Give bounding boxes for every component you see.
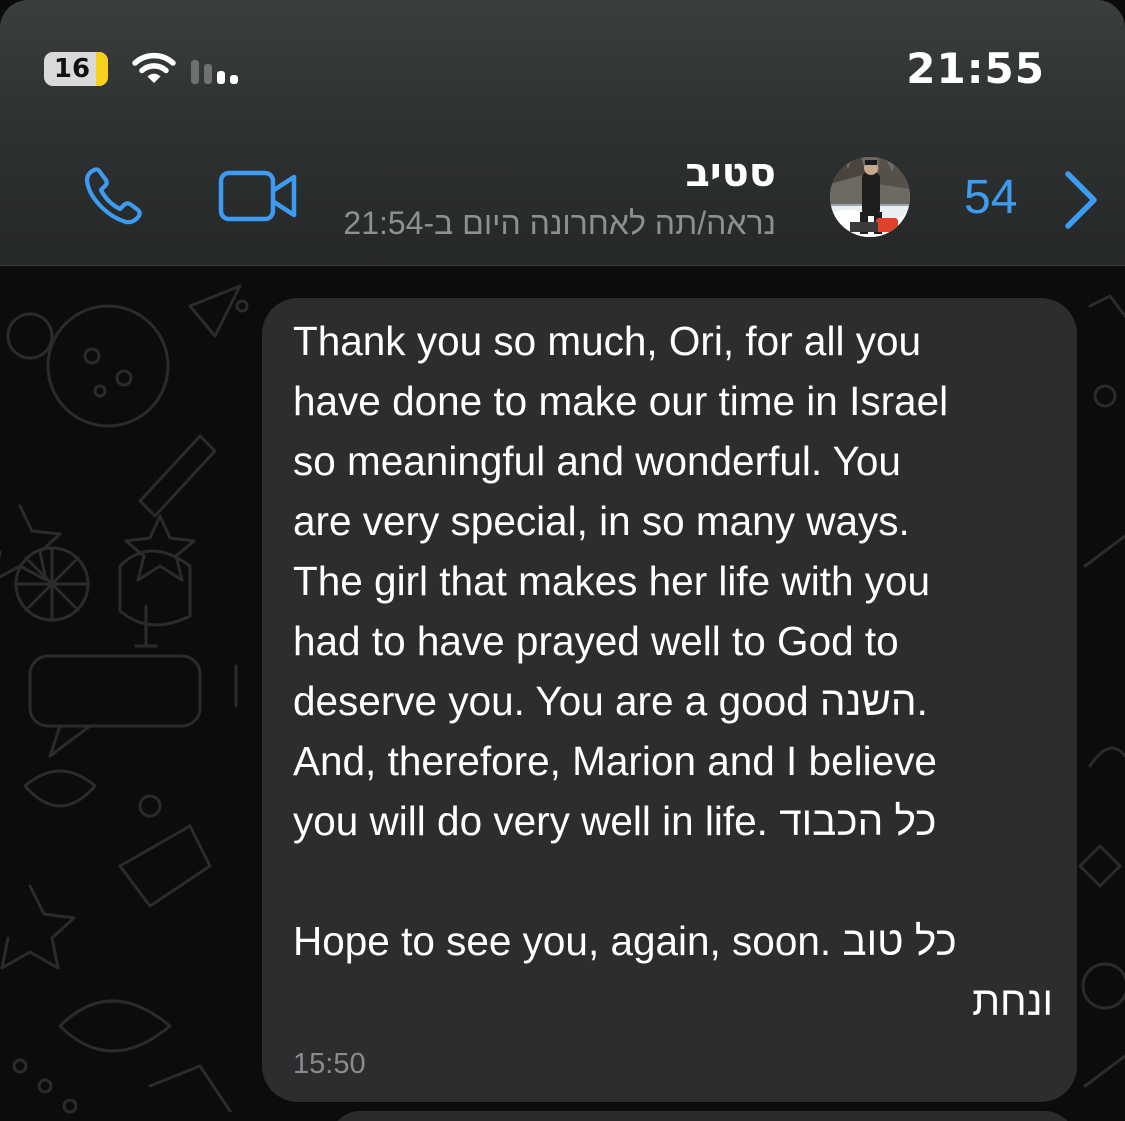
cellular-signal-icon	[191, 60, 238, 84]
message-bubble[interactable]: Thank you so much, Ori, for all you have…	[262, 298, 1077, 1102]
avatar[interactable]	[830, 144, 910, 250]
status-time: 21:55	[906, 44, 1045, 93]
video-camera-icon[interactable]	[218, 170, 300, 224]
wifi-icon	[132, 52, 176, 83]
chat-header: 16 21:55 סטיב נראה/תה לאחרונה היום ב-21:…	[0, 0, 1125, 266]
message-list[interactable]: Thank you so much, Ori, for all you have…	[0, 266, 1125, 1121]
message-text: Thank you so much, Ori, for all you have…	[293, 318, 1053, 1024]
chevron-right-icon[interactable]	[1060, 170, 1100, 230]
unread-count[interactable]: 54	[964, 170, 1017, 225]
battery-level: 16	[53, 54, 91, 84]
message-timestamp: 15:50	[293, 1048, 366, 1080]
chat-screen: 16 21:55 סטיב נראה/תה לאחרונה היום ב-21:…	[0, 0, 1125, 1121]
battery-icon: 16	[44, 52, 116, 86]
last-seen-status: נראה/תה לאחרונה היום ב-21:54	[343, 205, 776, 241]
contact-name[interactable]: סטיב	[685, 150, 776, 196]
message-bubble-partial[interactable]	[330, 1111, 1075, 1121]
phone-icon[interactable]	[82, 164, 146, 228]
